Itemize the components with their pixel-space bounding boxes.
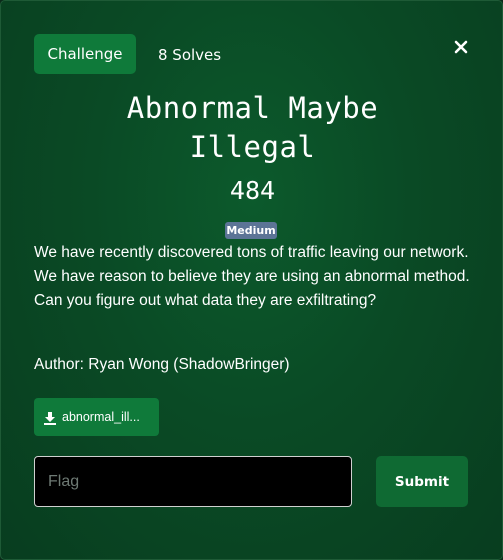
tab-solves[interactable]: 8 Solves [158, 34, 221, 74]
difficulty-badge: Medium [225, 222, 277, 239]
close-icon[interactable] [451, 37, 471, 57]
challenge-title: Abnormal Maybe Illegal [126, 91, 379, 164]
download-icon [43, 410, 57, 425]
challenge-description: We have recently discovered tons of traf… [34, 244, 470, 309]
challenge-modal: Challenge 8 Solves Abnormal Maybe Illega… [0, 0, 503, 560]
submit-button[interactable]: Submit [376, 456, 468, 507]
tab-challenge[interactable]: Challenge [34, 34, 136, 74]
flag-input[interactable] [34, 456, 352, 507]
file-name: abnormal_ill... [62, 410, 140, 424]
challenge-author: Author: Ryan Wong (ShadowBringer) [34, 356, 290, 373]
file-download-button[interactable]: abnormal_ill... [34, 398, 159, 436]
challenge-points: 484 [229, 176, 276, 205]
